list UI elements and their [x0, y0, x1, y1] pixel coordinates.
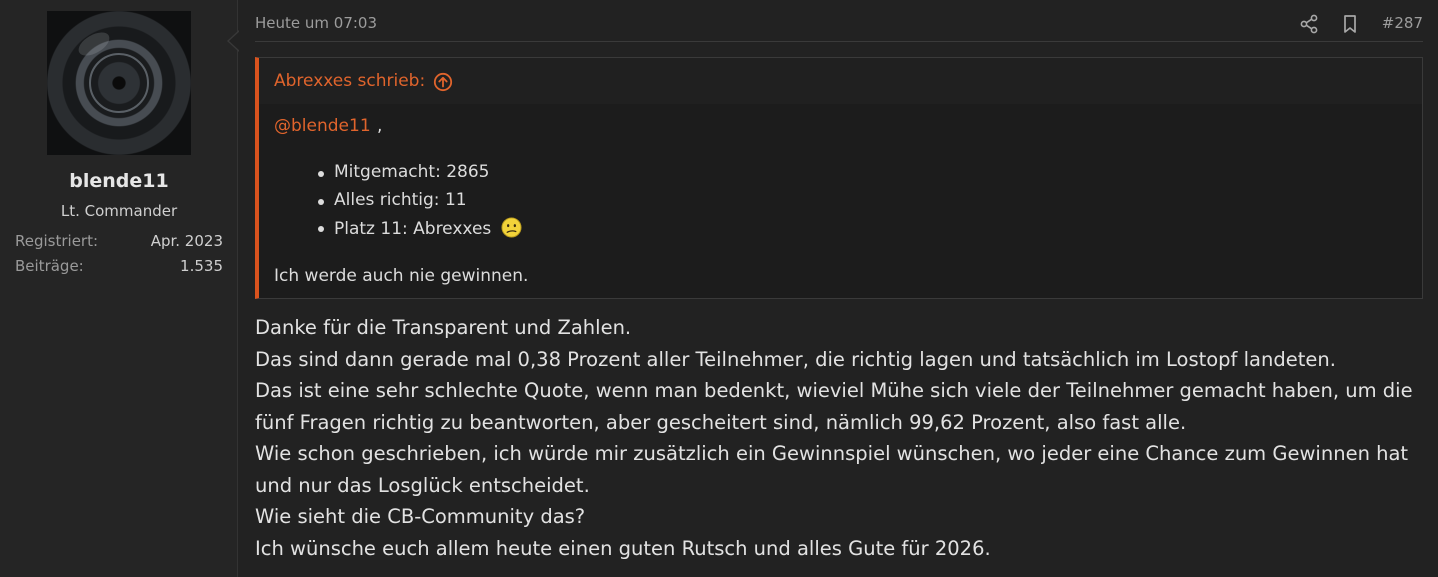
stat-value: 1.535 — [180, 257, 223, 275]
list-item: Mitgemacht: 2865 — [318, 162, 522, 190]
post-header: Heute um 07:03 #287 — [255, 0, 1423, 42]
list-item: Platz 11: Abrexxes — [318, 217, 522, 245]
stat-label: Registriert: — [15, 232, 99, 250]
quote-closing-text: Ich werde auch nie gewinnen. — [274, 266, 529, 286]
avatar[interactable] — [47, 11, 191, 155]
quote-block: Abrexxes schrieb: @blende11 , Mitgemacht… — [255, 57, 1423, 299]
stat-label: Beiträge: — [15, 257, 84, 275]
post-date-link[interactable]: Heute um 07:03 — [255, 14, 377, 32]
quote-author-link[interactable]: Abrexxes schrieb: — [274, 71, 425, 91]
bullet-icon — [318, 171, 324, 177]
body-line: Wie schon geschrieben, ich würde mir zus… — [255, 442, 1409, 465]
share-icon[interactable] — [1298, 13, 1320, 35]
list-item-text: Platz 11: Abrexxes — [334, 219, 492, 239]
bullet-icon — [318, 198, 324, 205]
post-number-link[interactable]: #287 — [1382, 14, 1423, 32]
post-body: Danke für die Transparent und Zahlen. Da… — [255, 312, 1423, 564]
user-sidebar: blende11 Lt. Commander Registriert: Apr.… — [0, 0, 238, 577]
quote-header: Abrexxes schrieb: — [259, 58, 1422, 104]
post-container: blende11 Lt. Commander Registriert: Apr.… — [0, 0, 1438, 577]
username-link[interactable]: blende11 — [0, 170, 238, 192]
body-line: und nur das Losglück entscheidet. — [255, 473, 590, 497]
bookmark-icon[interactable] — [1339, 13, 1361, 35]
list-item: Alles richtig: 11 — [318, 190, 522, 218]
body-line: Ich wünsche euch allem heute einen guten… — [255, 536, 991, 560]
body-line: fünf Fragen richtig zu beantworten, aber… — [255, 410, 1187, 434]
body-line: Danke für die Transparent und Zahlen. — [255, 316, 632, 339]
list-item-text: Mitgemacht: 2865 — [334, 162, 490, 182]
avatar-aperture-ring — [89, 53, 149, 113]
mention-link[interactable]: @blende11 — [274, 116, 371, 136]
confused-smiley-icon — [501, 217, 522, 238]
user-title: Lt. Commander — [60, 202, 178, 220]
body-line: Das ist eine sehr schlechte Quote, wenn … — [255, 379, 1413, 402]
body-line: Wie sieht die CB-Community das? — [255, 505, 586, 528]
mention-suffix: , — [377, 116, 383, 136]
body-line: Das sind dann gerade mal 0,38 Prozent al… — [255, 347, 1336, 371]
speech-arrow-inner — [229, 31, 240, 51]
list-item-text: Alles richtig: 11 — [334, 189, 467, 210]
arrow-up-circle-icon[interactable] — [433, 72, 453, 92]
bullet-icon — [318, 226, 324, 232]
stat-value: Apr. 2023 — [150, 232, 223, 250]
quote-list: Mitgemacht: 2865 Alles richtig: 11 Platz… — [318, 162, 522, 245]
